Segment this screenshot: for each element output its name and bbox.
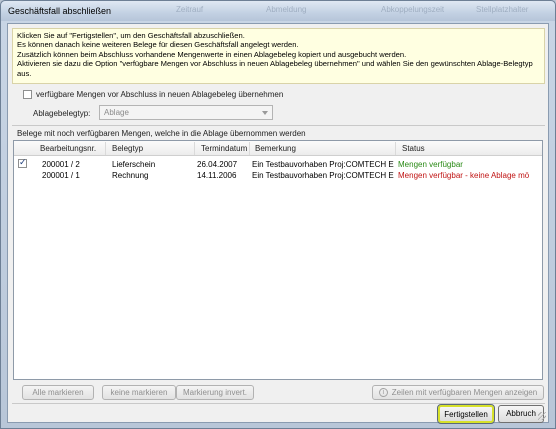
row-status: Mengen verfügbar bbox=[398, 160, 463, 169]
show-available-rows-label: Zeilen mit verfügbaren Mengen anzeigen bbox=[391, 388, 538, 397]
table-row[interactable]: 200001 / 2 Lieferschein 26.04.2007 Ein T… bbox=[14, 158, 542, 170]
column-header-bemerkung[interactable]: Bemerkung bbox=[255, 144, 296, 153]
background-label: Zeitrauf bbox=[176, 5, 204, 14]
column-divider[interactable] bbox=[249, 142, 250, 155]
info-box: Klicken Sie auf "Fertigstellen", um den … bbox=[12, 28, 545, 84]
info-line: Aktivieren sie dazu die Option "verfügba… bbox=[17, 59, 533, 78]
row-bemerkung: Ein Testbauvorhaben Proj:COMTECH E bbox=[252, 160, 394, 169]
info-line: Es können danach keine weiteren Belege f… bbox=[17, 40, 299, 50]
row-checkbox[interactable] bbox=[18, 158, 27, 168]
row-datum: 26.04.2007 bbox=[197, 160, 238, 169]
ablagebelegtyp-value: Ablage bbox=[104, 108, 129, 117]
column-header-status[interactable]: Status bbox=[402, 144, 425, 153]
column-divider[interactable] bbox=[194, 142, 195, 155]
invert-selection-button[interactable]: Markierung invert. bbox=[176, 385, 254, 400]
ablagebelegtyp-select[interactable]: Ablage bbox=[99, 105, 273, 120]
column-header-nr[interactable]: Bearbeitungsnr. bbox=[40, 144, 96, 153]
row-typ: Rechnung bbox=[112, 171, 149, 180]
transfer-option-label: verfügbare Mengen vor Abschluss in neuen… bbox=[36, 90, 284, 99]
show-available-rows-button[interactable]: i Zeilen mit verfügbaren Mengen anzeigen bbox=[372, 385, 544, 400]
divider bbox=[12, 403, 545, 404]
list-header: Bearbeitungsnr. Belegtyp Termindatum Bem… bbox=[14, 141, 542, 156]
title-bar[interactable]: Geschäftsfall abschließen Zeitrauf Abmel… bbox=[1, 1, 555, 21]
mark-all-button[interactable]: Alle markieren bbox=[22, 385, 94, 400]
info-line: Klicken Sie auf "Fertigstellen", um den … bbox=[17, 31, 245, 40]
row-typ: Lieferschein bbox=[112, 160, 156, 169]
background-label: Abmeldung bbox=[266, 5, 307, 14]
row-status: Mengen verfügbar - keine Ablage mö bbox=[398, 171, 530, 180]
chevron-down-icon bbox=[262, 111, 268, 115]
row-bemerkung: Ein Testbauvorhaben Proj:COMTECH E bbox=[252, 171, 394, 180]
divider bbox=[12, 125, 545, 126]
column-divider[interactable] bbox=[105, 142, 106, 155]
row-nr: 200001 / 2 bbox=[42, 160, 80, 169]
column-divider[interactable] bbox=[395, 142, 396, 155]
row-datum: 14.11.2006 bbox=[197, 171, 237, 180]
resize-grip[interactable] bbox=[538, 412, 546, 420]
mark-none-button[interactable]: keine markieren bbox=[102, 385, 176, 400]
list-caption: Belege mit noch verfügbaren Mengen, welc… bbox=[17, 129, 306, 138]
dialog-window: Geschäftsfall abschließen Zeitrauf Abmel… bbox=[0, 0, 556, 429]
background-label: Stellplatzhalter bbox=[476, 5, 529, 14]
row-nr: 200001 / 1 bbox=[42, 171, 80, 180]
documents-list[interactable]: Bearbeitungsnr. Belegtyp Termindatum Bem… bbox=[13, 140, 543, 380]
transfer-option[interactable]: verfügbare Mengen vor Abschluss in neuen… bbox=[23, 90, 284, 100]
info-line: Zusätzlich können beim Abschluss vorhand… bbox=[17, 49, 407, 59]
ablagebelegtyp-label: Ablagebelegtyp: bbox=[33, 109, 91, 118]
column-header-datum[interactable]: Termindatum bbox=[201, 144, 247, 153]
info-icon: i bbox=[378, 388, 388, 398]
background-label: Abkoppelungszeit bbox=[381, 5, 445, 14]
finish-button[interactable]: Fertigstellen bbox=[437, 404, 495, 424]
transfer-option-checkbox[interactable] bbox=[23, 90, 32, 100]
table-row[interactable]: 200001 / 1 Rechnung 14.11.2006 Ein Testb… bbox=[14, 170, 542, 181]
column-header-typ[interactable]: Belegtyp bbox=[112, 144, 143, 153]
dialog-client-area: Klicken Sie auf "Fertigstellen", um den … bbox=[7, 23, 549, 424]
window-title: Geschäftsfall abschließen bbox=[8, 6, 112, 16]
